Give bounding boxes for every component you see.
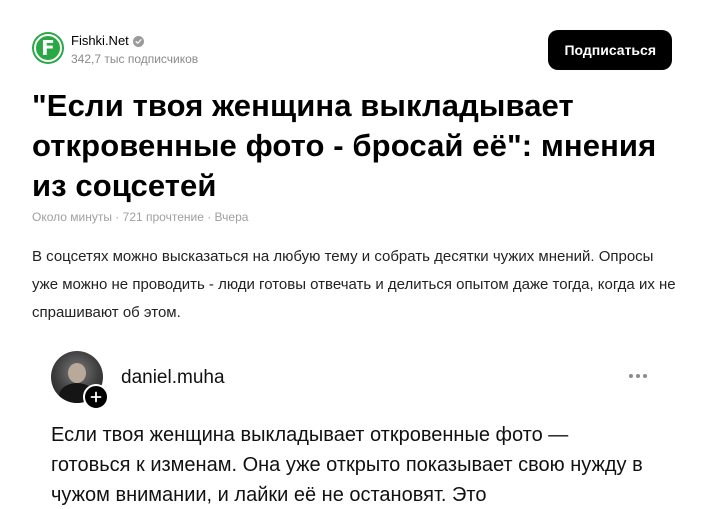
verified-check-icon <box>132 35 144 47</box>
logo-ring <box>34 34 62 62</box>
more-dot <box>636 374 640 378</box>
article-meta: Около минуты · 721 прочтение · Вчера <box>32 210 249 224</box>
embed-author: daniel.muha <box>51 351 661 411</box>
embed-text: Если твоя женщина выкладывает откровенны… <box>51 424 643 506</box>
article-title: "Если твоя женщина выкладывает откровенн… <box>32 88 657 203</box>
subscribe-button[interactable]: Подписаться <box>548 30 672 70</box>
embed-username[interactable]: daniel.muha <box>121 366 225 390</box>
channel-name[interactable]: Fishki.Net <box>71 33 129 49</box>
more-horizontal-icon[interactable] <box>629 374 647 378</box>
channel-name-row: Fishki.Net <box>71 33 198 49</box>
channel-header: F Fishki.Net 342,7 тыс подписчиков Подпи… <box>32 30 672 70</box>
plus-icon[interactable] <box>83 384 109 410</box>
more-dot <box>643 374 647 378</box>
channel-logo[interactable]: F <box>32 32 64 64</box>
subscriber-count: 342,7 тыс подписчиков <box>71 52 199 66</box>
article-lead: В соцсетях можно высказаться на любую те… <box>32 248 676 321</box>
more-dot <box>629 374 633 378</box>
channel-info: Fishki.Net 342,7 тыс подписчиков <box>71 33 198 67</box>
avatar-face <box>68 363 86 383</box>
